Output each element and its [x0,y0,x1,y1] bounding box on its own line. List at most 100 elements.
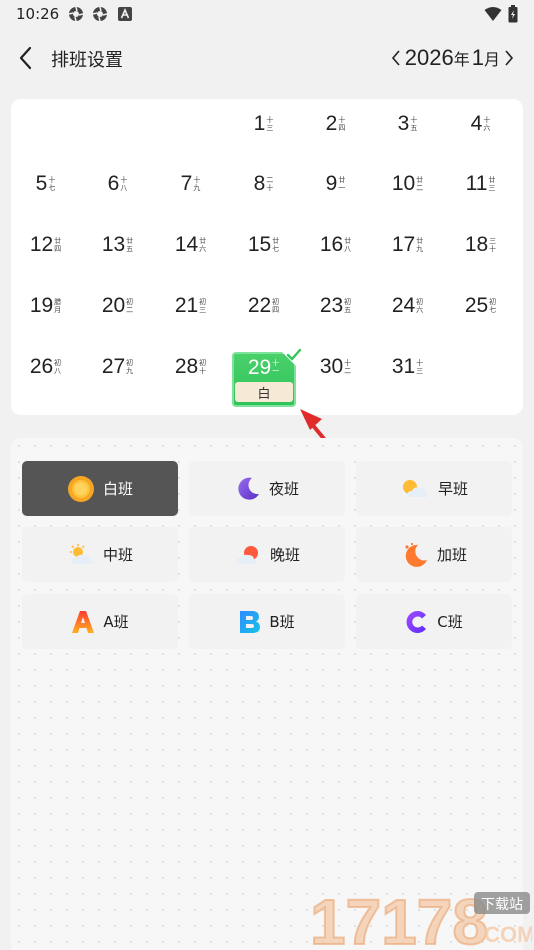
lunar-date: 廿八 [344,237,352,253]
shift-label: 晚班 [269,546,300,564]
shift-early-button[interactable]: 早班 [356,461,512,516]
calendar-day-20[interactable]: 20 初二 [83,281,153,331]
calendar-grid: 1 十三 2 十四 3 十五 4 十六 5 十七 6 十八 7 十九 8 二十 9 廿一 10 廿二 11 廿三 12 廿四 1… [11,99,523,415]
shift-middle-button[interactable]: 中班 [22,527,178,582]
shift-label: 加班 [436,546,467,564]
year-unit: 年 [453,52,470,69]
day-number: 1 [253,112,266,135]
day-number: 31 [391,355,416,378]
calendar-day-12[interactable]: 12 廿四 [11,220,81,270]
day-number: 2 [325,112,338,135]
shift-night-button[interactable]: 夜班 [189,461,345,516]
watermark-number: 17178 [310,886,488,948]
calendar-day-17[interactable]: 17 廿九 [373,220,443,270]
day-number: 19 [29,294,54,317]
shift-label: C班 [437,613,463,631]
calendar-day-18[interactable]: 18 三十 [446,220,516,270]
sun-cloud-icon [69,543,93,564]
shift-label: 夜班 [268,480,299,498]
shift-a-button[interactable]: A班 [22,594,178,649]
shift-panel: 白班 夜班 早班 中班 晚班 加班 A班 B班 C班 [11,438,523,950]
calendar-day-3[interactable]: 3 十五 [373,99,443,149]
battery-icon [508,5,518,23]
calendar-day-22[interactable]: 22 初四 [229,281,299,331]
shift-evening-button[interactable]: 晚班 [189,527,345,582]
lunar-date: 十八 [120,176,128,192]
calendar-day-selected[interactable]: 29 十一白 [232,348,302,407]
lunar-date: 廿三 [488,176,496,192]
shift-label: 白班 [102,480,133,498]
calendar-day-4[interactable]: 4 十六 [446,99,516,149]
status-bar: 10:26 [0,0,534,30]
day-number: 3 [397,112,410,135]
day-number: 6 [107,172,120,195]
letter-a-icon [72,610,95,633]
day-number: 22 [247,294,272,317]
calendar-day-1[interactable]: 1 十三 [229,99,299,149]
lunar-date: 廿四 [54,237,62,253]
calendar-day-27[interactable]: 27 初九 [83,342,153,392]
calendar-day-15[interactable]: 15 廿七 [229,220,299,270]
shift-label: 中班 [102,546,133,564]
calendar-day-24[interactable]: 24 初六 [373,281,443,331]
calendar-day-8[interactable]: 8 二十 [229,159,299,209]
day-number: 18 [464,233,489,256]
current-month-label[interactable]: 2026 年 1 月 [403,45,502,71]
shift-day-button[interactable]: 白班 [22,461,178,516]
calendar-day-21[interactable]: 21 初三 [156,281,226,331]
lunar-date: 廿二 [416,176,424,192]
status-time: 10:26 [16,5,60,23]
lunar-date: 初四 [272,298,280,314]
year-value: 2026 [404,45,454,70]
back-button[interactable] [16,44,40,72]
calendar-day-19[interactable]: 19 腊月 [11,281,81,331]
calendar-day-16[interactable]: 16 廿八 [301,220,371,270]
calendar-day-6[interactable]: 6 十八 [83,159,153,209]
lunar-date: 廿六 [199,237,207,253]
shift-b-button[interactable]: B班 [189,594,345,649]
day-number: 27 [101,355,126,378]
month-unit: 月 [483,52,500,69]
lunar-date: 初九 [126,359,134,375]
moon-stars-icon [405,542,427,567]
lunar-date: 十三 [416,359,424,375]
letter-b-icon [240,610,261,633]
day-number: 20 [101,294,126,317]
page-title: 排班设置 [51,50,123,71]
calendar-day-23[interactable]: 23 初五 [301,281,371,331]
lunar-date: 初五 [344,298,352,314]
shift-overtime-button[interactable]: 加班 [356,527,512,582]
next-month-button[interactable] [502,47,516,69]
day-number: 10 [391,172,416,195]
day-number: 4 [470,112,483,135]
site-watermark-logo: 17178 下载站 .COM [310,885,532,948]
calendar-day-30[interactable]: 30 十二 [301,342,371,392]
lunar-date: 廿五 [126,237,134,253]
calendar-day-26[interactable]: 26 初八 [11,342,81,392]
calendar-day-11[interactable]: 11 廿三 [446,159,516,209]
calendar-day-10[interactable]: 10 廿二 [373,159,443,209]
lunar-date: 二十 [266,176,274,192]
calendar-day-31[interactable]: 31 十三 [373,342,443,392]
lunar-date: 初十 [199,359,207,375]
sun-icon [67,475,94,502]
lunar-date: 十一 [272,359,280,375]
day-number: 25 [464,294,489,317]
calendar-day-14[interactable]: 14 廿六 [156,220,226,270]
calendar-day-2[interactable]: 2 十四 [301,99,371,149]
day-number: 29 [247,356,272,379]
day-number: 28 [174,355,199,378]
lunar-date: 初六 [416,298,424,314]
prev-month-button[interactable] [389,47,403,69]
header: 排班设置 2026 年 1 月 [0,36,534,80]
lunar-date: 廿一 [338,176,346,192]
calendar-day-5[interactable]: 5 十七 [11,159,81,209]
calendar-day-25[interactable]: 25 初七 [446,281,516,331]
calendar-day-13[interactable]: 13 廿五 [83,220,153,270]
lunar-date: 初七 [489,298,497,314]
calendar-day-7[interactable]: 7 十九 [156,159,226,209]
calendar-day-28[interactable]: 28 初十 [156,342,226,392]
lunar-date: 初八 [54,359,62,375]
calendar-day-9[interactable]: 9 廿一 [301,159,371,209]
shift-c-button[interactable]: C班 [356,594,512,649]
